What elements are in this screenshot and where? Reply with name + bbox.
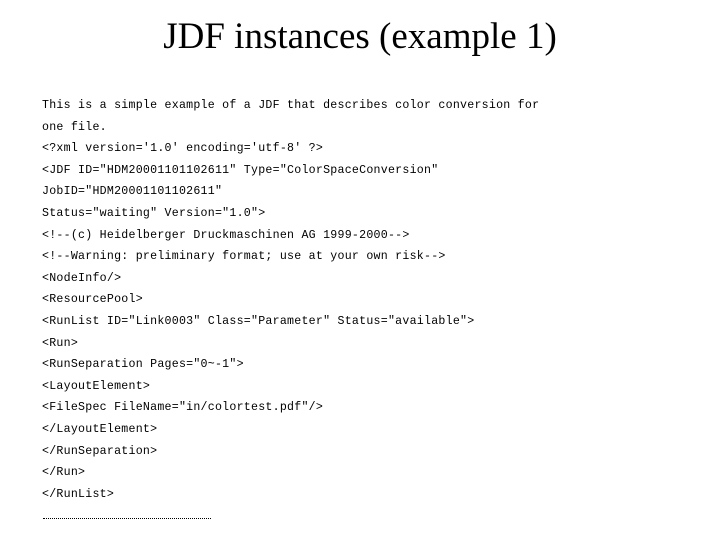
xml-declaration-line: <?xml version='1.0' encoding='utf-8' ?>	[42, 142, 324, 156]
runlist-close-line: </RunList>	[42, 487, 115, 501]
runseparation-open-line: <RunSeparation Pages="0~-1">	[42, 358, 244, 372]
slide-title: JDF instances (example 1)	[163, 16, 557, 57]
warning-comment-line: <!--Warning: preliminary format; use at …	[42, 250, 446, 264]
jdf-open-tag-line: <JDF ID="HDM20001101102611" Type="ColorS…	[42, 163, 439, 177]
layoutelement-open-line: <LayoutElement>	[42, 379, 151, 393]
runseparation-close-line: </RunSeparation>	[42, 444, 158, 458]
runlist-open-line: <RunList ID="Link0003" Class="Parameter"…	[42, 314, 475, 328]
run-open-line: <Run>	[42, 336, 79, 350]
run-close-line: </Run>	[42, 466, 86, 480]
continuation-dotted-line	[43, 518, 211, 519]
intro-text-line-2: one file.	[42, 120, 107, 134]
intro-text-line-1: This is a simple example of a JDF that d…	[42, 99, 540, 112]
filespec-line: <FileSpec FileName="in/colortest.pdf"/>	[42, 401, 324, 415]
resourcepool-line: <ResourcePool>	[42, 293, 143, 307]
jdf-status-line: Status="waiting" Version="1.0">	[42, 206, 266, 220]
copyright-comment-line: <!--(c) Heidelberger Druckmaschinen AG 1…	[42, 228, 410, 242]
nodeinfo-line: <NodeInfo/>	[42, 271, 122, 285]
jdf-code-block: This is a simple example of a JDF that d…	[42, 95, 682, 505]
layoutelement-close-line: </LayoutElement>	[42, 422, 158, 436]
jdf-jobid-line: JobID="HDM20001101102611"	[42, 185, 223, 199]
